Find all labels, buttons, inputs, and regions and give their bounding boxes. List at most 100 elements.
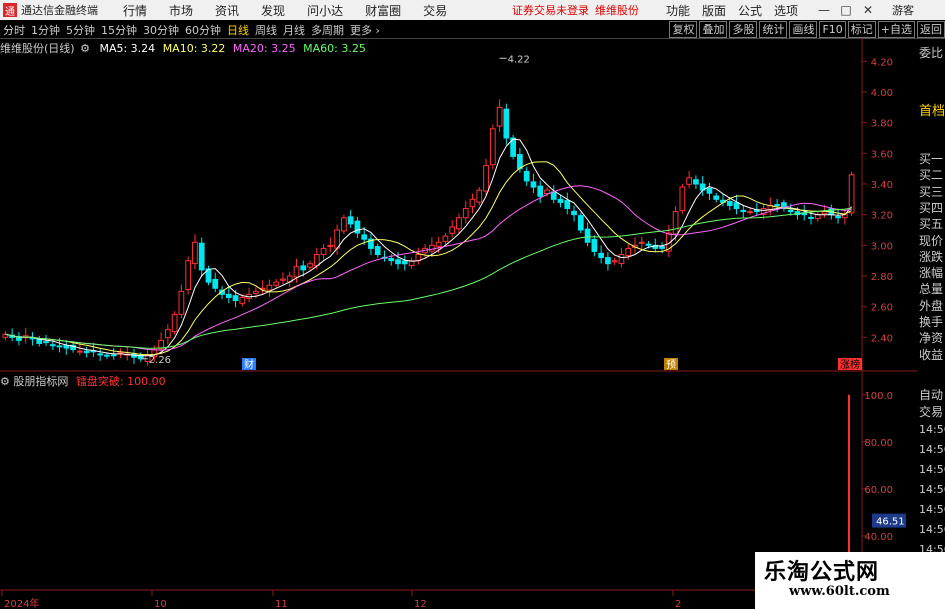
- menu-trade[interactable]: 交易: [412, 2, 458, 19]
- auto-trade-label[interactable]: 交易: [917, 403, 945, 420]
- period-daily[interactable]: 日线: [224, 22, 252, 38]
- event-marker: 涨榜: [838, 358, 862, 371]
- event-marker: 财: [242, 358, 256, 371]
- menu-quotes[interactable]: 行情: [112, 2, 158, 19]
- period-30min[interactable]: 30分钟: [140, 22, 182, 38]
- indicator-settings-icon[interactable]: ⚙: [0, 375, 10, 388]
- candle-body: [225, 293, 232, 298]
- menu-wealth[interactable]: 财富圈: [354, 2, 412, 19]
- candle-body: [496, 106, 503, 127]
- quote-field-label: 现价: [919, 233, 944, 248]
- candle-body: [83, 350, 90, 354]
- candle-body: [104, 354, 110, 357]
- period-monthly[interactable]: 月线: [280, 22, 308, 38]
- menu-options[interactable]: 选项: [768, 2, 804, 19]
- candle-body: [598, 252, 605, 259]
- menu-news[interactable]: 资讯: [204, 2, 250, 19]
- ma-line-ma20: [5, 185, 852, 351]
- candle-body: [476, 189, 483, 203]
- candle-body: [252, 290, 259, 294]
- kline-chart[interactable]: 4.22 2.26 财 预 涨榜 4.20 4.00 3.80 3.60 3.40 3.20 3.0…: [0, 38, 917, 609]
- candle-body: [280, 278, 286, 281]
- quote-field-label: 外盘: [919, 298, 944, 313]
- candle-body: [659, 246, 665, 249]
- candle-body: [571, 210, 577, 216]
- period-multi[interactable]: 多周期: [308, 22, 347, 38]
- candle-body: [774, 204, 781, 207]
- close-button[interactable]: ✕: [857, 0, 879, 20]
- ma-line-ma10: [5, 161, 852, 356]
- minimize-button[interactable]: —: [813, 0, 835, 20]
- candle-body: [537, 185, 544, 197]
- title-bar: 通 通达信金融终端 行情 市场 资讯 发现 问小达 财富圈 交易 证券交易未登录…: [0, 0, 945, 20]
- back-button[interactable]: 返回: [917, 21, 945, 38]
- candle-body: [320, 247, 327, 256]
- candle-body: [313, 254, 320, 267]
- period-5min[interactable]: 5分钟: [63, 22, 98, 38]
- high-price-label: 4.22: [508, 54, 530, 65]
- menu-function[interactable]: 功能: [660, 2, 696, 19]
- period-15min[interactable]: 15分钟: [98, 22, 140, 38]
- candle-body: [814, 214, 821, 220]
- candle-body: [307, 263, 313, 268]
- date-tick-label: 2: [675, 599, 681, 609]
- candle-body: [429, 244, 435, 252]
- menu-layout[interactable]: 版面: [696, 2, 732, 19]
- menu-market[interactable]: 市场: [158, 2, 204, 19]
- quote-side-panel: 委比首档买一买二买三买四买五现价涨跌涨幅总量外盘换手净资收益自动交易 14:56 1…: [917, 40, 945, 609]
- add-watchlist-button[interactable]: +自选: [877, 21, 915, 38]
- adjust-button[interactable]: 复权: [669, 21, 698, 38]
- candle-body: [171, 313, 178, 333]
- date-tick-label: 10: [154, 599, 167, 609]
- menu-discover[interactable]: 发现: [250, 2, 296, 19]
- app-name: 通达信金融终端: [21, 4, 98, 17]
- period-more[interactable]: 更多 ›: [347, 22, 383, 38]
- candle-body: [544, 189, 550, 195]
- login-status[interactable]: 证券交易未登录: [512, 4, 589, 17]
- period-weekly[interactable]: 周线: [252, 22, 280, 38]
- watermark-title: 乐淘公式网: [764, 560, 880, 585]
- candle-body: [679, 186, 686, 212]
- overlay-button[interactable]: 叠加: [699, 21, 728, 38]
- price-tick-label: 2.80: [871, 272, 893, 283]
- candle-body: [787, 209, 794, 213]
- period-1min[interactable]: 1分钟: [28, 22, 63, 38]
- candle-body: [198, 242, 205, 271]
- price-tick-label: 4.20: [871, 57, 893, 68]
- auto-trade-label[interactable]: 自动: [917, 386, 945, 403]
- event-marker-text: 涨榜: [840, 358, 860, 371]
- status-message: 证券交易未登录 维维股份: [512, 2, 639, 18]
- candle-body: [577, 215, 584, 231]
- candle-body: [374, 246, 381, 256]
- trade-time-item: 14:56: [919, 463, 945, 476]
- candle-body: [564, 200, 571, 210]
- f10-button[interactable]: F10: [819, 21, 846, 38]
- period-60min[interactable]: 60分钟: [182, 22, 224, 38]
- candle-body: [591, 239, 598, 252]
- candle-body: [56, 345, 63, 348]
- maximize-button[interactable]: □: [835, 0, 857, 20]
- chart-toolbar: 复权 叠加 多股 统计 画线 F10 标记 +自选 返回: [667, 21, 945, 38]
- mark-button[interactable]: 标记: [847, 21, 876, 38]
- menu-formula[interactable]: 公式: [732, 2, 768, 19]
- candle-body: [584, 228, 591, 243]
- draw-button[interactable]: 画线: [789, 21, 818, 38]
- indicator-tick-label: 80.00: [864, 438, 893, 449]
- candle-body: [686, 177, 693, 185]
- candle-body: [550, 191, 557, 200]
- watermark: 乐淘公式网 www.60lt.com: [755, 552, 945, 609]
- candle-body: [645, 243, 652, 246]
- candle-body: [638, 241, 645, 244]
- candle-body: [557, 198, 564, 203]
- multi-stock-button[interactable]: 多股: [729, 21, 758, 38]
- candle-body: [49, 344, 56, 347]
- indicator-tick-label: 40.00: [864, 532, 893, 543]
- candle-body: [293, 266, 300, 278]
- candle-body: [449, 226, 456, 234]
- price-tick-label: 2.60: [871, 303, 893, 314]
- quote-field-label: 换手: [919, 315, 944, 329]
- menu-ask[interactable]: 问小达: [296, 2, 354, 19]
- period-intraday[interactable]: 分时: [0, 22, 28, 38]
- visitor-label[interactable]: 游客: [892, 2, 914, 18]
- stats-button[interactable]: 统计: [759, 21, 788, 38]
